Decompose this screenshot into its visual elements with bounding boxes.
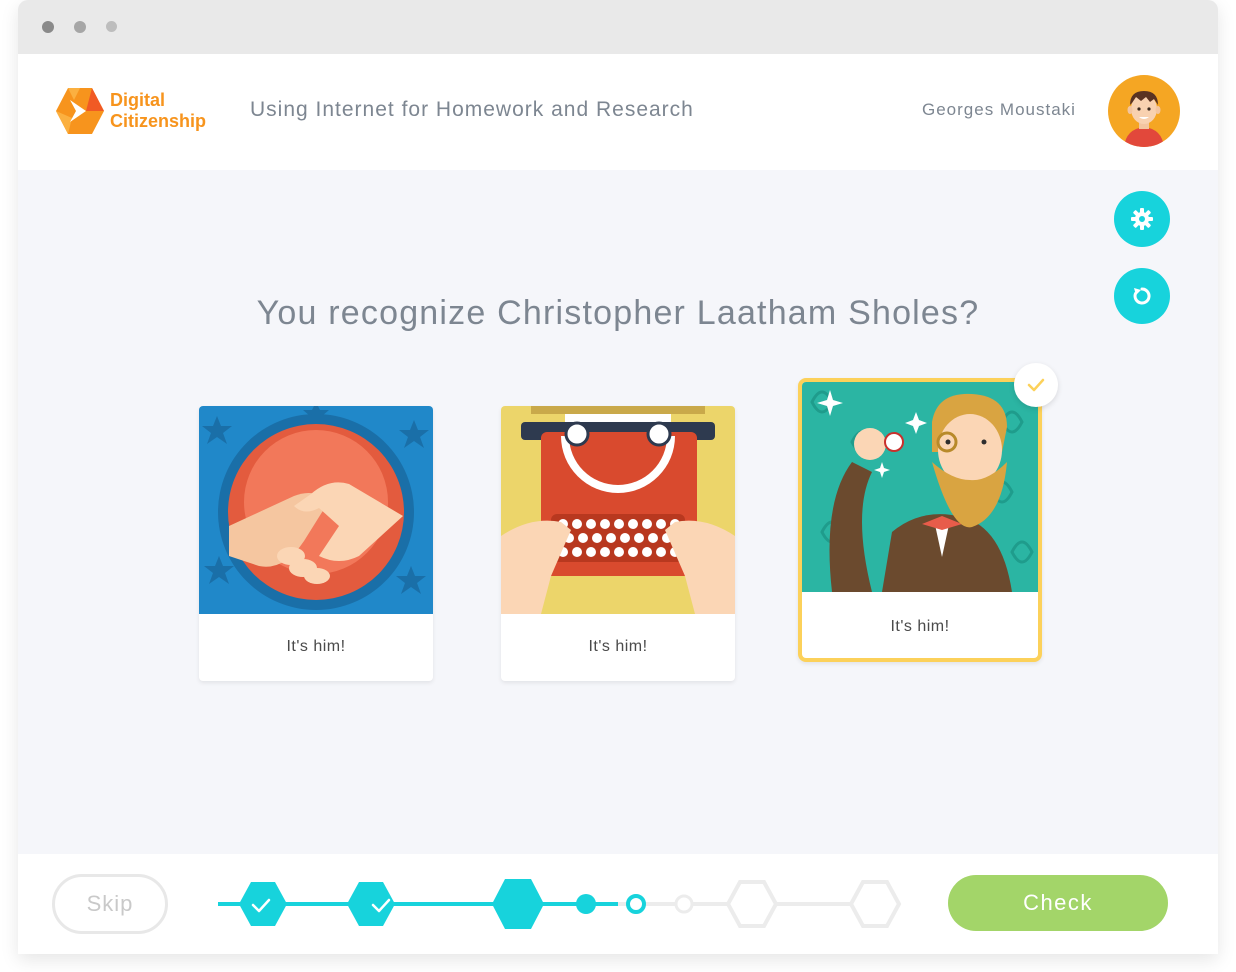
- answer-card-2-label: It's him!: [588, 638, 648, 655]
- window-close-dot[interactable]: [42, 21, 54, 33]
- window-titlebar: [18, 0, 1218, 54]
- brand-line-1: Digital: [110, 90, 166, 110]
- app-window: Digital Citizenship Using Internet for H…: [18, 0, 1218, 954]
- check-button[interactable]: Check: [948, 875, 1168, 931]
- user-name[interactable]: Georges Moustaki: [922, 100, 1076, 120]
- answer-card-2[interactable]: It's him!: [501, 406, 735, 681]
- handshake-illustration: [199, 406, 433, 614]
- lesson-title: Using Internet for Homework and Research: [250, 98, 694, 121]
- progress-step-2-completed: [347, 882, 395, 926]
- selected-badge: [1014, 363, 1058, 407]
- bearded-man-illustration: [802, 382, 1038, 592]
- progress-track: [218, 879, 902, 929]
- gear-icon: [1131, 208, 1153, 230]
- progress-step-3-current: [492, 879, 544, 929]
- progress-step-8-pending: [848, 880, 902, 928]
- avatar-person-icon: [1124, 91, 1164, 147]
- answer-card-1[interactable]: It's him!: [199, 406, 433, 681]
- typewriter-illustration: [501, 406, 735, 614]
- question-text: You recognize Christopher Laatham Sholes…: [256, 294, 980, 332]
- answer-card-3-selected[interactable]: It's him!: [798, 378, 1042, 662]
- footer-bar: Skip Check: [18, 854, 1218, 954]
- settings-button[interactable]: [1114, 191, 1170, 247]
- progress-dot-4: [576, 894, 596, 914]
- app-header: Digital Citizenship Using Internet for H…: [18, 54, 1218, 170]
- digital-citizenship-logo-icon: [56, 88, 104, 134]
- window-minimize-dot[interactable]: [74, 21, 86, 33]
- user-avatar[interactable]: [1108, 75, 1180, 147]
- progress-dot-5-current: [626, 894, 646, 914]
- progress-step-7-pending: [725, 880, 779, 928]
- brand-name: Digital Citizenship: [110, 90, 206, 132]
- progress-dot-6: [674, 894, 694, 914]
- window-maximize-dot[interactable]: [106, 21, 117, 32]
- checkmark-icon: [1027, 378, 1045, 392]
- brand-line-2: Citizenship: [110, 111, 207, 131]
- skip-button[interactable]: Skip: [52, 874, 168, 934]
- progress-step-1-completed: [239, 882, 287, 926]
- answer-card-3-label: It's him!: [890, 618, 950, 635]
- answer-card-1-label: It's him!: [286, 638, 346, 655]
